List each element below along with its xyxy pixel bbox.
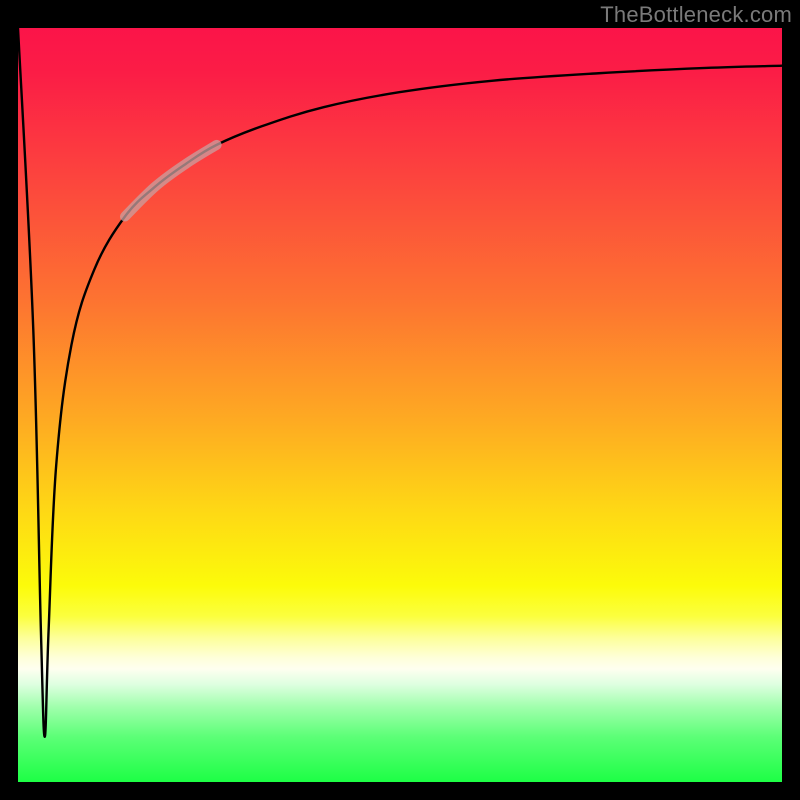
bottleneck-curve <box>18 28 782 737</box>
plot-frame <box>18 28 782 782</box>
curve-highlight-segment <box>125 145 217 217</box>
chart-stage: TheBottleneck.com <box>0 0 800 800</box>
curve-layer <box>18 28 782 782</box>
attribution-label: TheBottleneck.com <box>600 2 792 28</box>
